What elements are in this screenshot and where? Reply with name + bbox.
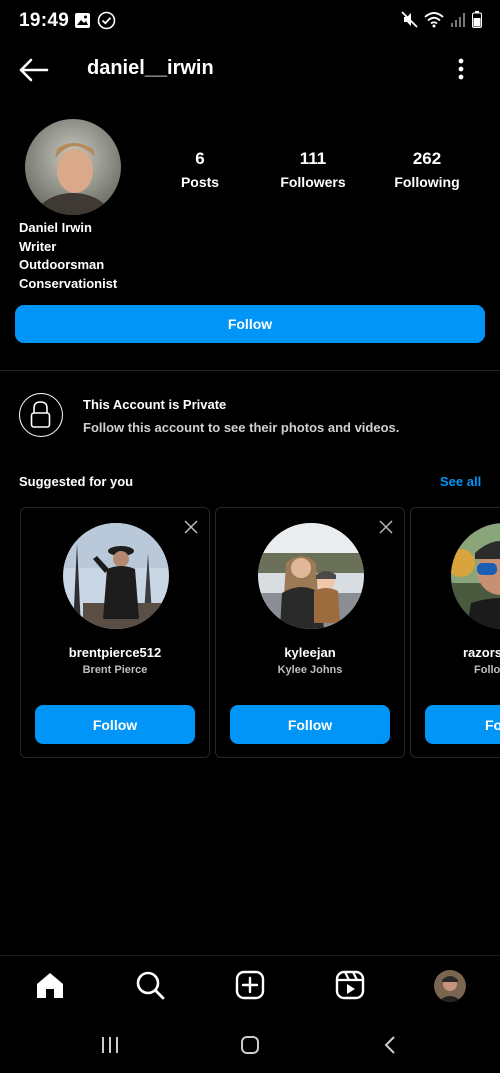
bio-name: Daniel Irwin [19,220,92,235]
suggestion-avatar[interactable] [451,523,500,629]
bottom-nav [0,955,500,1016]
home-button-icon[interactable] [240,1035,260,1055]
suggestion-username[interactable]: razors [463,645,500,660]
home-icon[interactable] [35,970,65,1000]
profile-bio: Daniel Irwin Writer Outdoorsman Conserva… [19,219,117,293]
suggestion-card[interactable]: kyleejan Kylee Johns Follow [215,507,405,758]
status-icons-right [401,11,482,28]
stat-followers-label: Followers [280,174,346,190]
divider [0,370,500,371]
stat-posts-label: Posts [180,174,220,190]
profile-avatar-tab[interactable] [434,970,466,1002]
bio-line: Outdoorsman [19,257,105,272]
suggestion-avatar[interactable] [63,523,169,629]
suggestion-fullname: Follo [474,664,500,676]
bio-line: Conservationist [19,275,118,291]
dismiss-close-icon[interactable] [378,519,394,535]
wifi-icon [424,12,444,28]
stat-following-label: Following [394,174,460,190]
suggestion-fullname: Kylee Johns [277,664,343,676]
create-icon[interactable] [235,970,265,1000]
system-nav-bar [0,1015,500,1073]
suggested-heading: Suggested for you [19,474,134,489]
status-time: 19:49 [19,10,70,31]
suggestion-follow-button[interactable]: Follow [35,705,195,744]
bio-line: Writer [19,238,57,254]
follow-button[interactable]: Follow [15,305,485,343]
back-arrow-icon[interactable] [18,54,50,86]
stat-posts[interactable]: 6 Posts [155,149,245,190]
signal-icon [451,12,465,27]
suggestion-card[interactable]: brentpierce512 Brent Pierce Follow [20,507,210,758]
private-lock [19,393,63,437]
reels-icon[interactable] [335,970,365,1000]
battery-icon [472,11,482,28]
suggestion-username[interactable]: brentpierce512 [21,645,209,660]
stat-posts-value: 6 [195,149,205,168]
suggestion-follow-button[interactable]: Fo [425,705,500,744]
suggestion-username[interactable]: kyleejan [216,645,404,660]
back-nav-icon[interactable] [382,1035,398,1055]
stat-followers[interactable]: 111 Followers [268,149,358,190]
private-account-title: This Account is Private [83,397,227,412]
profile-username-title: daniel__irwin [87,57,214,79]
see-all-link[interactable]: See all [440,474,481,489]
check-circle-icon [97,11,116,30]
private-account-subtitle: Follow this account to see their photos … [83,420,400,435]
stat-following[interactable]: 262 Following [382,149,472,190]
stat-followers-value: 111 [299,149,327,168]
suggestion-follow-button[interactable]: Follow [230,705,390,744]
mute-icon [401,11,418,28]
status-icons-left [74,11,116,30]
lock-icon [30,401,51,428]
stat-following-value: 262 [412,149,442,168]
more-options-icon[interactable] [448,55,474,85]
dismiss-close-icon[interactable] [183,519,199,535]
profile-avatar[interactable] [25,119,121,215]
search-icon[interactable] [135,970,165,1000]
gallery-icon [75,13,90,28]
suggestion-fullname: Brent Pierce [82,664,148,676]
suggestion-card[interactable]: razors Follo Fo [410,507,500,758]
suggestion-avatar[interactable] [258,523,364,629]
recent-apps-icon[interactable] [100,1035,120,1055]
